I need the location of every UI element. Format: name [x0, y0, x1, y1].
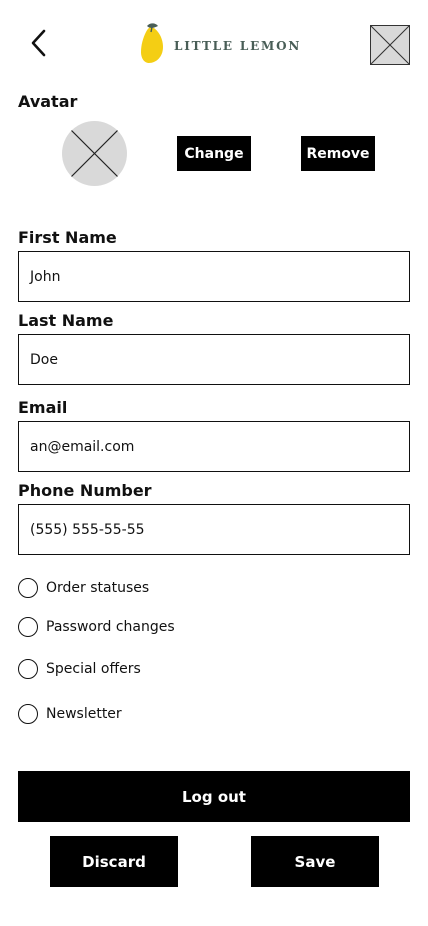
last-name-label: Last Name [18, 311, 114, 330]
change-avatar-button[interactable]: Change [177, 136, 251, 171]
chevron-left-icon [29, 28, 49, 62]
checkbox-label: Special offers [46, 661, 141, 677]
logout-button[interactable]: Log out [18, 771, 410, 822]
checkbox-password-changes[interactable]: Password changes [18, 616, 175, 638]
checkbox-order-statuses[interactable]: Order statuses [18, 577, 149, 599]
phone-field[interactable]: (555) 555-55-55 [18, 504, 410, 555]
email-value: an@email.com [30, 438, 135, 455]
lemon-icon [138, 23, 166, 69]
last-name-value: Doe [30, 351, 58, 368]
phone-value: (555) 555-55-55 [30, 521, 145, 538]
checkbox-label: Newsletter [46, 706, 122, 722]
checkbox-circle-icon [18, 578, 38, 598]
checkbox-special-offers[interactable]: Special offers [18, 658, 141, 680]
remove-avatar-button[interactable]: Remove [301, 136, 375, 171]
profile-avatar [62, 121, 127, 186]
discard-button[interactable]: Discard [50, 836, 178, 887]
email-field[interactable]: an@email.com [18, 421, 410, 472]
image-placeholder-icon [371, 26, 409, 64]
checkbox-circle-icon [18, 659, 38, 679]
first-name-label: First Name [18, 228, 117, 247]
checkbox-label: Order statuses [46, 580, 150, 596]
checkbox-circle-icon [18, 617, 38, 637]
logo-text: LITTLE LEMON [174, 39, 302, 53]
checkbox-circle-icon [18, 704, 38, 724]
save-button[interactable]: Save [251, 836, 379, 887]
image-placeholder-icon [62, 121, 127, 186]
email-label: Email [18, 398, 68, 417]
header-avatar[interactable] [370, 25, 410, 65]
first-name-value: John [30, 268, 61, 285]
back-button[interactable] [22, 26, 56, 64]
checkbox-label: Password changes [46, 619, 175, 635]
checkbox-newsletter[interactable]: Newsletter [18, 703, 122, 725]
phone-label: Phone Number [18, 481, 152, 500]
avatar-label: Avatar [18, 92, 78, 111]
last-name-field[interactable]: Doe [18, 334, 410, 385]
first-name-field[interactable]: John [18, 251, 410, 302]
app-logo: LITTLE LEMON [138, 23, 302, 69]
